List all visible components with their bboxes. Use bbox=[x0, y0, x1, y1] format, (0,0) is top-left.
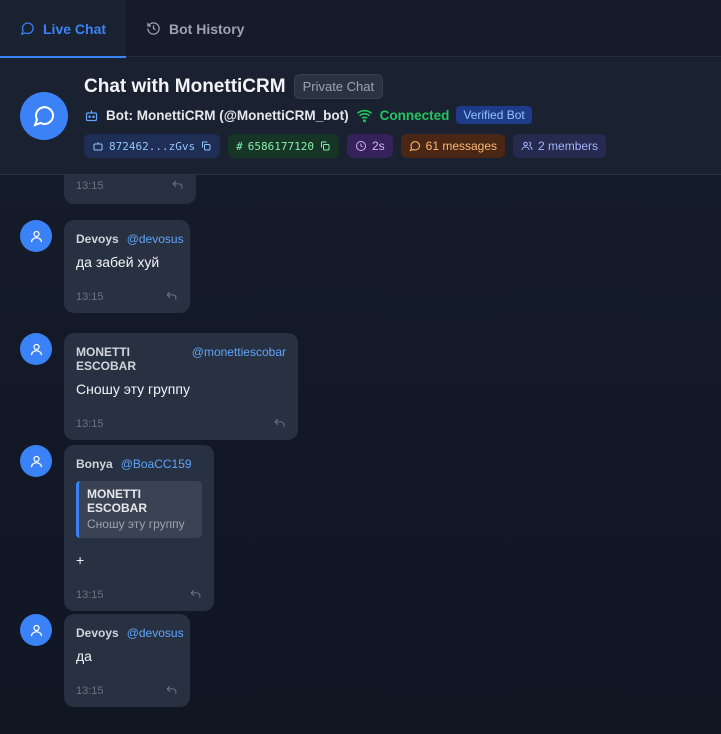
connection-status: Connected bbox=[379, 107, 450, 123]
sender-name: Devoys bbox=[76, 626, 119, 640]
reply-icon[interactable] bbox=[171, 179, 184, 192]
sender-handle[interactable]: @BoaCC159 bbox=[121, 457, 192, 471]
message-text: да забей хуй bbox=[76, 254, 160, 270]
message-header: Bonya @BoaCC159 bbox=[76, 457, 202, 471]
sender-name: Bonya bbox=[76, 457, 113, 471]
avatar[interactable] bbox=[20, 614, 52, 646]
copy-icon[interactable] bbox=[319, 140, 331, 152]
message-meta: 13:15 bbox=[76, 290, 178, 303]
message-time: 13:15 bbox=[76, 588, 104, 601]
sender-handle[interactable]: @devosus bbox=[127, 626, 184, 640]
users-icon bbox=[521, 141, 533, 151]
reply-quote[interactable]: MONETTI ESCOBAR Сношу эту группу bbox=[76, 481, 202, 538]
page-title: Chat with MonettiCRM bbox=[84, 75, 286, 97]
latency-chip: 2s bbox=[346, 134, 393, 158]
user-icon bbox=[30, 230, 42, 242]
wifi-icon bbox=[356, 109, 372, 122]
avatar[interactable] bbox=[20, 333, 52, 365]
reply-icon[interactable] bbox=[165, 684, 178, 697]
members-chip: 2 members bbox=[513, 134, 607, 158]
message-header: Devoys @devosus bbox=[76, 626, 184, 640]
info-chips: 872462...zGvs # 6586177120 2s 61 message… bbox=[84, 134, 607, 158]
user-icon bbox=[30, 624, 42, 636]
reply-icon[interactable] bbox=[189, 588, 202, 601]
message-header: MONETTI ESCOBAR @monettiescobar bbox=[76, 345, 286, 373]
bot-icon bbox=[85, 110, 98, 121]
message-meta: 13:15 bbox=[76, 684, 178, 697]
sender-name: MONETTI ESCOBAR bbox=[76, 345, 137, 373]
message-bubble: Devoys @devosus да забей хуй 13:15 bbox=[64, 220, 190, 313]
message-text: Сношу эту группу bbox=[76, 381, 190, 397]
reply-icon[interactable] bbox=[273, 417, 286, 430]
message-meta: 13:15 bbox=[76, 417, 286, 430]
chat-bubble-icon bbox=[20, 22, 34, 36]
copy-icon[interactable] bbox=[200, 140, 212, 152]
message-meta: 13:15 bbox=[76, 588, 202, 601]
chat-avatar bbox=[20, 92, 68, 140]
clock-icon bbox=[355, 141, 366, 151]
bot-label: Bot: MonettiCRM (@MonettiCRM_bot) bbox=[106, 107, 349, 123]
message-item: MONETTI ESCOBAR @monettiescobar Сношу эт… bbox=[20, 333, 298, 440]
message-header: Devoys @devosus bbox=[76, 232, 184, 246]
message-time: 13:15 bbox=[76, 290, 104, 303]
tab-bot-history[interactable]: Bot History bbox=[126, 0, 264, 57]
messages-count: 61 messages bbox=[425, 139, 498, 153]
chat-id-value: 6586177120 bbox=[247, 139, 314, 153]
message-list[interactable]: 13:15 Devoys @devosus да забей хуй 13:15 bbox=[0, 175, 721, 734]
message-meta: 13:15 bbox=[76, 179, 184, 192]
chat-id-chip[interactable]: # 6586177120 bbox=[228, 134, 339, 158]
message-time: 13:15 bbox=[76, 179, 104, 192]
quote-text: Сношу эту группу bbox=[87, 517, 185, 531]
message-bubble: Bonya @BoaCC159 MONETTI ESCOBAR Сношу эт… bbox=[64, 445, 214, 611]
members-count: 2 members bbox=[538, 139, 599, 153]
avatar[interactable] bbox=[20, 445, 52, 477]
bot-chat-app: Live Chat Bot History Chat with MonettiC… bbox=[0, 0, 721, 734]
user-icon bbox=[30, 455, 42, 467]
bot-icon bbox=[93, 142, 103, 151]
tab-label: Live Chat bbox=[43, 20, 107, 37]
sender-handle[interactable]: @devosus bbox=[127, 232, 184, 246]
quote-sender: MONETTI ESCOBAR bbox=[87, 487, 148, 515]
verified-badge: Verified Bot bbox=[456, 106, 532, 124]
chat-bubble-icon bbox=[409, 141, 420, 152]
chat-type-badge: Private Chat bbox=[293, 74, 384, 99]
tab-label: Bot History bbox=[169, 20, 245, 37]
message-text: + bbox=[76, 552, 85, 568]
chat-header: Chat with MonettiCRM Private Chat Bot: M… bbox=[0, 58, 721, 175]
user-icon bbox=[30, 343, 42, 355]
hash-icon: # bbox=[236, 139, 243, 153]
message-item: Devoys @devosus да забей хуй 13:15 bbox=[20, 220, 190, 313]
message-time: 13:15 bbox=[76, 417, 104, 430]
token-chip[interactable]: 872462...zGvs bbox=[84, 134, 221, 158]
reply-icon[interactable] bbox=[165, 290, 178, 303]
message-bubble: Devoys @devosus да 13:15 bbox=[64, 614, 190, 707]
title-row: Chat with MonettiCRM Private Chat bbox=[84, 74, 384, 99]
history-icon bbox=[147, 22, 160, 35]
message-item: 13:15 bbox=[20, 175, 196, 204]
tab-bar: Live Chat Bot History bbox=[0, 0, 721, 58]
message-item: Devoys @devosus да 13:15 bbox=[20, 614, 190, 707]
message-text: да bbox=[76, 648, 92, 664]
message-bubble: MONETTI ESCOBAR @monettiescobar Сношу эт… bbox=[64, 333, 298, 440]
bot-info-row: Bot: MonettiCRM (@MonettiCRM_bot) Connec… bbox=[84, 106, 532, 124]
message-item: Bonya @BoaCC159 MONETTI ESCOBAR Сношу эт… bbox=[20, 445, 214, 611]
sender-name: Devoys bbox=[76, 232, 119, 246]
message-time: 13:15 bbox=[76, 684, 104, 697]
message-bubble: 13:15 bbox=[64, 175, 196, 204]
token-value: 872462...zGvs bbox=[109, 139, 196, 153]
avatar[interactable] bbox=[20, 220, 52, 252]
latency-value: 2s bbox=[371, 139, 385, 153]
tab-live-chat[interactable]: Live Chat bbox=[0, 0, 127, 58]
chat-bubble-icon bbox=[33, 106, 55, 127]
sender-handle[interactable]: @monettiescobar bbox=[192, 345, 286, 359]
messages-count-chip: 61 messages bbox=[400, 134, 506, 158]
